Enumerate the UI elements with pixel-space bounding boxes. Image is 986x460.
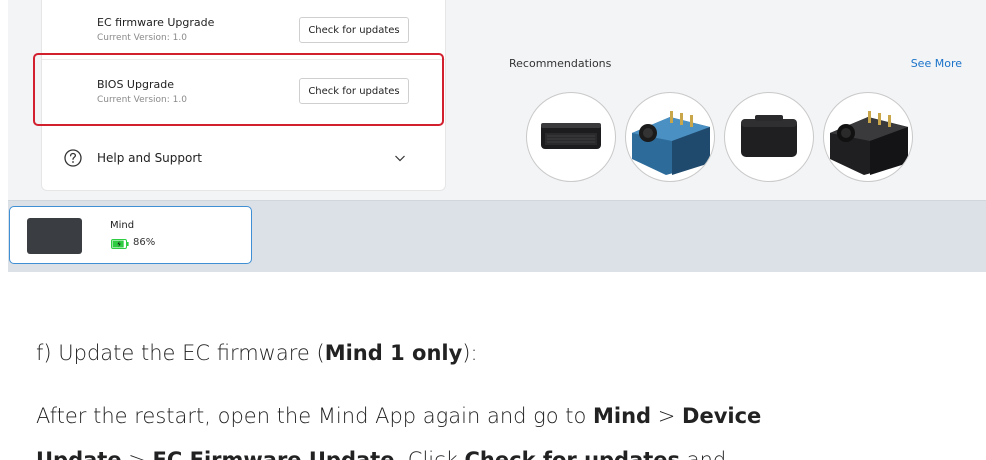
device-update-panel: EC firmware Upgrade Current Version: 1.0…	[41, 0, 446, 191]
question-circle-icon	[64, 149, 82, 167]
bios-upgrade-title: BIOS Upgrade	[97, 78, 174, 91]
doc-text: f) Update the EC firmware (	[36, 341, 325, 365]
mini-pc-dark-image	[830, 111, 908, 175]
doc-instruction-line-cont: Update > EC Firmware Update. Click Check…	[36, 448, 726, 460]
mini-pc-blue-image	[632, 111, 710, 175]
row-divider	[42, 59, 445, 60]
doc-text: >	[121, 448, 153, 460]
ec-firmware-row: EC firmware Upgrade Current Version: 1.0…	[42, 0, 445, 60]
device-thumbnail	[27, 218, 82, 254]
doc-text: After the restart, open the Mind App aga…	[36, 404, 594, 428]
device-bar: Mind 86%	[8, 200, 986, 272]
mini-pc-black-square-image	[741, 115, 797, 157]
doc-text: >	[651, 404, 683, 428]
doc-bold-text: Check for updates	[464, 448, 681, 460]
chevron-down-icon[interactable]	[393, 151, 407, 165]
doc-bold-text: Update	[36, 448, 122, 460]
page: EC firmware Upgrade Current Version: 1.0…	[0, 0, 986, 460]
battery-percent: 86%	[133, 237, 156, 248]
bios-upgrade-version: Current Version: 1.0	[97, 95, 187, 105]
ec-firmware-version: Current Version: 1.0	[97, 33, 187, 43]
doc-step-heading: f) Update the EC firmware (Mind 1 only):	[36, 341, 478, 365]
doc-bold-text: Device	[682, 404, 762, 428]
bios-check-updates-button[interactable]: Check for updates	[299, 78, 409, 104]
doc-bold-text: Mind	[593, 404, 652, 428]
doc-bold-text: Mind 1 only	[324, 341, 463, 365]
doc-text: . Click	[394, 448, 465, 460]
battery-icon	[111, 239, 129, 249]
doc-text: ):	[462, 341, 478, 365]
ec-firmware-title: EC firmware Upgrade	[97, 16, 215, 29]
device-card-mind[interactable]: Mind 86%	[9, 206, 252, 264]
product-mini-pc-black-square[interactable]	[724, 92, 814, 182]
doc-instruction-line: After the restart, open the Mind App aga…	[36, 404, 761, 428]
doc-bold-text: EC Firmware Update	[152, 448, 395, 460]
help-and-support-label: Help and Support	[97, 151, 202, 165]
help-and-support-row[interactable]: Help and Support	[42, 134, 445, 184]
product-mini-pc-blue[interactable]	[625, 92, 715, 182]
product-mini-pc-black[interactable]	[526, 92, 616, 182]
device-name: Mind	[110, 220, 135, 231]
product-mini-pc-dark[interactable]	[823, 92, 913, 182]
see-more-link[interactable]: See More	[911, 57, 962, 70]
doc-text: and	[680, 448, 727, 460]
mini-pc-black-image	[541, 123, 601, 149]
recommendations-title: Recommendations	[509, 57, 612, 70]
app-screenshot: EC firmware Upgrade Current Version: 1.0…	[8, 0, 986, 272]
ec-check-updates-button[interactable]: Check for updates	[299, 17, 409, 43]
bios-upgrade-row: BIOS Upgrade Current Version: 1.0 Check …	[42, 61, 445, 119]
